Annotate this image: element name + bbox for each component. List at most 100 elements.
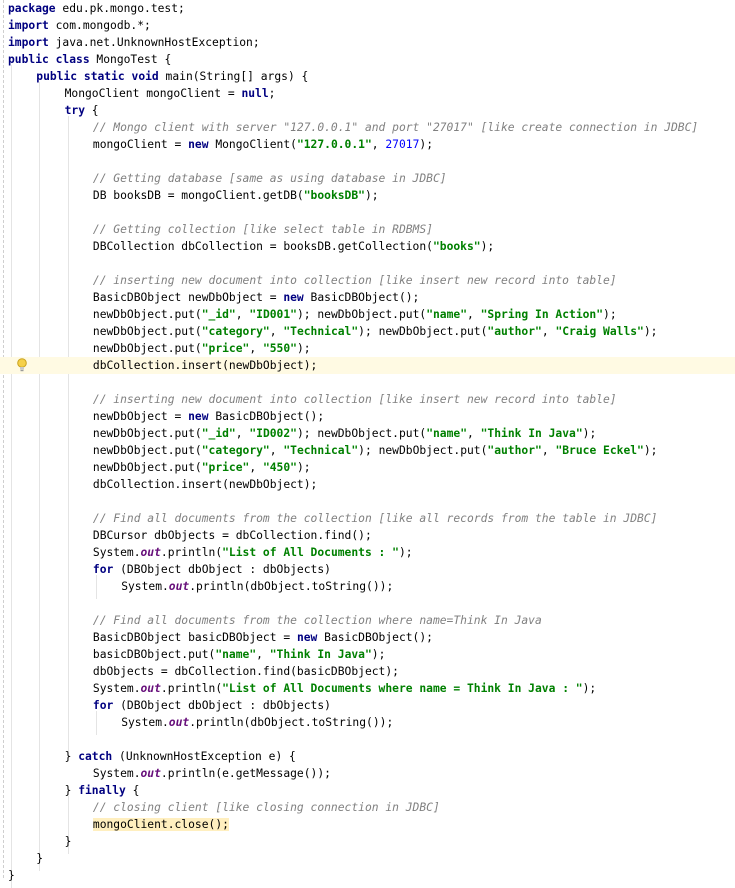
code-line[interactable]: // closing client [like closing connecti… <box>0 799 735 816</box>
code-token: ; <box>268 87 276 100</box>
code-text: } finally { <box>65 782 140 799</box>
code-line[interactable] <box>0 731 735 748</box>
code-text: import com.mongodb.*; <box>8 17 151 34</box>
code-line[interactable]: System.out.println(dbObject.toString()); <box>0 578 735 595</box>
code-token: "ID001" <box>249 308 297 321</box>
code-line[interactable]: MongoClient mongoClient = null; <box>0 85 735 102</box>
code-line[interactable]: basicDBObject.put("name", "Think In Java… <box>0 646 735 663</box>
code-text: public class MongoTest { <box>8 51 171 68</box>
code-line[interactable]: newDbObject.put("_id", "ID001"); newDbOb… <box>0 306 735 323</box>
code-line[interactable]: } <box>0 867 735 884</box>
code-line[interactable]: // Find all documents from the collectio… <box>0 510 735 527</box>
code-token: "_id" <box>201 308 236 321</box>
code-line[interactable]: try { <box>0 102 735 119</box>
code-token: System. <box>92 546 141 559</box>
code-text: } <box>65 833 72 850</box>
code-token: "Bruce Eckel" <box>555 444 644 457</box>
code-line[interactable]: newDbObject.put("price", "450"); <box>0 459 735 476</box>
code-text: DBCursor dbObjects = dbCollection.find()… <box>93 527 372 544</box>
code-line[interactable]: mongoClient = new MongoClient("127.0.0.1… <box>0 136 735 153</box>
code-line[interactable]: // inserting new document into collectio… <box>0 391 735 408</box>
code-line[interactable]: public static void main(String[] args) { <box>0 68 735 85</box>
code-token: dbCollection.insert(newDbObject); <box>92 359 318 372</box>
code-token: catch <box>78 750 113 763</box>
code-line[interactable]: } finally { <box>0 782 735 799</box>
code-text: dbCollection.insert(newDbObject); <box>93 476 317 493</box>
code-line[interactable]: } <box>0 850 735 867</box>
code-token: (DBObject dbObject : dbObjects) <box>113 699 331 712</box>
code-line[interactable]: newDbObject.put("price", "550"); <box>0 340 735 357</box>
code-token: BasicDBObject basicDBObject = <box>92 631 297 644</box>
code-line[interactable]: System.out.println(e.getMessage()); <box>0 765 735 782</box>
code-token: "_id" <box>201 427 236 440</box>
code-token: // inserting new document into collectio… <box>92 393 617 406</box>
code-line[interactable]: for (DBObject dbObject : dbObjects) <box>0 697 735 714</box>
code-text: newDbObject.put("category", "Technical")… <box>93 442 658 459</box>
code-line[interactable] <box>0 374 735 391</box>
code-token: "ID002" <box>249 427 297 440</box>
code-line[interactable]: newDbObject.put("category", "Technical")… <box>0 442 735 459</box>
code-line[interactable]: package edu.pk.mongo.test; <box>0 0 735 17</box>
code-token: ); <box>419 138 433 151</box>
code-line[interactable]: // Find all documents from the collectio… <box>0 612 735 629</box>
code-line[interactable]: // Mongo client with server "127.0.0.1" … <box>0 119 735 136</box>
code-line[interactable] <box>0 493 735 510</box>
code-token: BasicDBObject(); <box>317 631 433 644</box>
code-token: dbObjects = dbCollection.find(basicDBObj… <box>92 665 399 678</box>
code-token: "Spring In Action" <box>480 308 604 321</box>
code-text: mongoClient = new MongoClient("127.0.0.1… <box>93 136 433 153</box>
code-line[interactable]: DB booksDB = mongoClient.getDB("booksDB"… <box>0 187 735 204</box>
code-token: new <box>188 410 209 423</box>
code-line[interactable]: import java.net.UnknownHostException; <box>0 34 735 51</box>
code-line[interactable]: import com.mongodb.*; <box>0 17 735 34</box>
code-line[interactable]: for (DBObject dbObject : dbObjects) <box>0 561 735 578</box>
code-token: mongoClient = <box>92 138 189 151</box>
code-line[interactable] <box>0 204 735 221</box>
code-token: (DBObject dbObject : dbObjects) <box>113 563 331 576</box>
code-line[interactable]: dbCollection.insert(newDbObject); <box>0 476 735 493</box>
code-line[interactable]: dbCollection.insert(newDbObject); <box>0 357 735 374</box>
code-line[interactable]: System.out.println(dbObject.toString()); <box>0 714 735 731</box>
code-line[interactable]: DBCursor dbObjects = dbCollection.find()… <box>0 527 735 544</box>
code-line[interactable]: } catch (UnknownHostException e) { <box>0 748 735 765</box>
code-token: "List of All Documents : " <box>222 546 399 559</box>
code-line[interactable]: mongoClient.close(); <box>0 816 735 833</box>
code-token: newDbObject.put( <box>92 461 202 474</box>
code-line[interactable]: public class MongoTest { <box>0 51 735 68</box>
code-token: "price" <box>201 342 250 355</box>
code-line[interactable]: BasicDBObject newDbObject = new BasicDBO… <box>0 289 735 306</box>
code-text: // Getting collection [like select table… <box>93 221 433 238</box>
code-token: ); <box>364 189 379 202</box>
code-line[interactable]: // Getting collection [like select table… <box>0 221 735 238</box>
code-line[interactable]: // Getting database [same as using datab… <box>0 170 735 187</box>
code-text: BasicDBObject newDbObject = new BasicDBO… <box>93 289 419 306</box>
code-line[interactable]: } <box>0 833 735 850</box>
code-text: BasicDBObject basicDBObject = new BasicD… <box>93 629 433 646</box>
code-token: out <box>140 682 161 695</box>
code-line[interactable]: newDbObject = new BasicDBObject(); <box>0 408 735 425</box>
code-line[interactable]: System.out.println("List of All Document… <box>0 544 735 561</box>
code-token: java.net.UnknownHostException; <box>48 36 260 49</box>
code-token: , <box>249 461 263 474</box>
code-text: // inserting new document into collectio… <box>93 391 617 408</box>
code-token: , <box>235 308 250 321</box>
code-line[interactable]: System.out.println("List of All Document… <box>0 680 735 697</box>
code-editor[interactable]: package edu.pk.mongo.test; import com.mon… <box>0 0 735 888</box>
code-line[interactable] <box>0 153 735 170</box>
code-token: // Find all documents from the collectio… <box>92 614 542 627</box>
code-line[interactable] <box>0 595 735 612</box>
code-line[interactable]: newDbObject.put("category", "Technical")… <box>0 323 735 340</box>
code-line[interactable]: BasicDBObject basicDBObject = new BasicD… <box>0 629 735 646</box>
lightbulb-icon[interactable] <box>15 357 29 374</box>
code-token: "name" <box>426 308 467 321</box>
code-token: System. <box>92 682 141 695</box>
code-text: } catch (UnknownHostException e) { <box>65 748 296 765</box>
code-line[interactable] <box>0 255 735 272</box>
code-token: "Technical" <box>283 444 359 457</box>
code-text: newDbObject.put("category", "Technical")… <box>93 323 658 340</box>
code-line[interactable]: DBCollection dbCollection = booksDB.getC… <box>0 238 735 255</box>
code-line[interactable]: newDbObject.put("_id", "ID002"); newDbOb… <box>0 425 735 442</box>
code-line[interactable]: dbObjects = dbCollection.find(basicDBObj… <box>0 663 735 680</box>
code-token: } <box>64 784 79 797</box>
code-line[interactable]: // inserting new document into collectio… <box>0 272 735 289</box>
